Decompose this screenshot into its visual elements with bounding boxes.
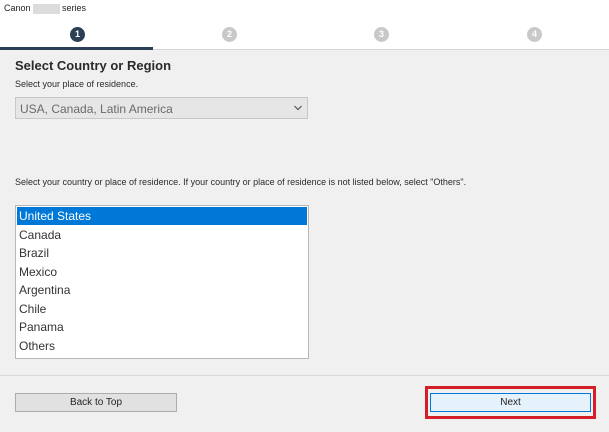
- region-dropdown-value: USA, Canada, Latin America: [20, 102, 173, 116]
- country-item-chile[interactable]: Chile: [17, 300, 307, 318]
- country-item-panama[interactable]: Panama: [17, 318, 307, 336]
- page-title: Select Country or Region: [15, 58, 172, 73]
- window-title-brand: Canon: [4, 3, 31, 13]
- country-item-others[interactable]: Others: [17, 337, 307, 355]
- step-progress-bar: 1 2 3 4: [0, 19, 609, 50]
- active-step-underline: [0, 47, 153, 50]
- window-title-suffix: series: [62, 3, 87, 13]
- footer-divider: [0, 375, 609, 376]
- country-item-argentina[interactable]: Argentina: [17, 281, 307, 299]
- step-3-indicator: 3: [374, 27, 389, 42]
- step-4-indicator: 4: [527, 27, 542, 42]
- region-dropdown[interactable]: USA, Canada, Latin America: [15, 97, 308, 119]
- back-to-top-button[interactable]: Back to Top: [15, 393, 177, 412]
- country-item-mexico[interactable]: Mexico: [17, 263, 307, 281]
- region-prompt: Select your place of residence.: [15, 79, 139, 89]
- country-item-united-states[interactable]: United States: [17, 207, 307, 225]
- country-instruction: Select your country or place of residenc…: [15, 177, 467, 187]
- redacted-model-name: [33, 4, 60, 14]
- title-bar: Canon series: [0, 0, 609, 19]
- chevron-down-icon: [294, 105, 302, 111]
- country-item-brazil[interactable]: Brazil: [17, 244, 307, 262]
- step-1-indicator: 1: [70, 27, 85, 42]
- step-2-indicator: 2: [222, 27, 237, 42]
- country-item-canada[interactable]: Canada: [17, 226, 307, 244]
- next-button[interactable]: Next: [430, 393, 591, 412]
- country-listbox[interactable]: United States Canada Brazil Mexico Argen…: [15, 205, 309, 359]
- step-divider: [153, 49, 609, 50]
